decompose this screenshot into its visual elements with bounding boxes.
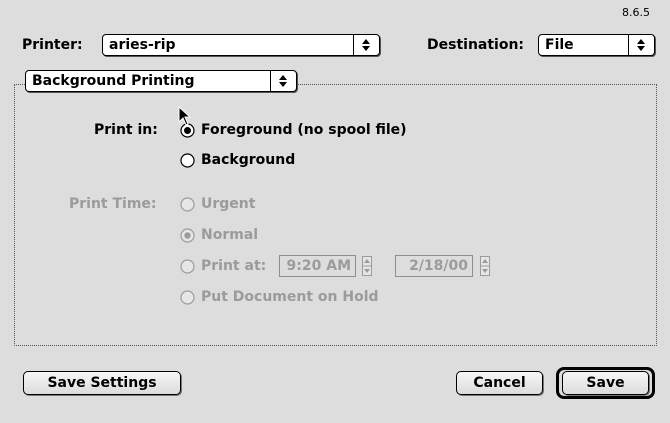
chevron-updown-icon xyxy=(628,35,654,55)
print-in-label: Print in: xyxy=(94,122,158,138)
chevron-updown-icon xyxy=(270,71,296,91)
radio-unselected-icon xyxy=(180,259,195,274)
printer-popup[interactable]: aries-rip xyxy=(102,34,380,56)
radio-print-at-label: Print at: xyxy=(201,258,267,274)
print-time-label: Print Time: xyxy=(69,196,157,212)
print-date-field[interactable]: 2/18/00 xyxy=(395,255,473,277)
time-stepper-icon[interactable] xyxy=(362,256,372,276)
background-printing-dialog: 8.6.5 Printer: aries-rip Destination: Fi… xyxy=(0,0,670,423)
destination-value: File xyxy=(545,37,574,53)
radio-selected-icon xyxy=(180,228,195,243)
printer-label: Printer: xyxy=(22,37,83,53)
section-popup[interactable]: Background Printing xyxy=(25,70,297,92)
print-time-field[interactable]: 9:20 AM xyxy=(279,255,356,277)
radio-unselected-icon xyxy=(180,153,195,168)
date-stepper-icon[interactable] xyxy=(480,256,490,276)
save-button[interactable]: Save xyxy=(562,371,649,395)
version-label: 8.6.5 xyxy=(622,6,650,19)
destination-popup[interactable]: File xyxy=(538,34,655,56)
radio-unselected-icon xyxy=(180,290,195,305)
section-popup-value: Background Printing xyxy=(32,73,195,89)
mouse-pointer-icon xyxy=(178,106,192,126)
radio-background-label: Background xyxy=(201,152,296,168)
save-settings-button[interactable]: Save Settings xyxy=(23,371,181,395)
radio-hold-label: Put Document on Hold xyxy=(201,289,379,305)
radio-urgent-label: Urgent xyxy=(201,196,256,212)
chevron-updown-icon xyxy=(353,35,379,55)
printer-value: aries-rip xyxy=(109,37,176,53)
radio-unselected-icon xyxy=(180,197,195,212)
cancel-button[interactable]: Cancel xyxy=(456,371,543,395)
radio-foreground-label: Foreground (no spool file) xyxy=(201,122,407,138)
destination-label: Destination: xyxy=(427,37,525,53)
radio-normal-label: Normal xyxy=(201,227,259,243)
